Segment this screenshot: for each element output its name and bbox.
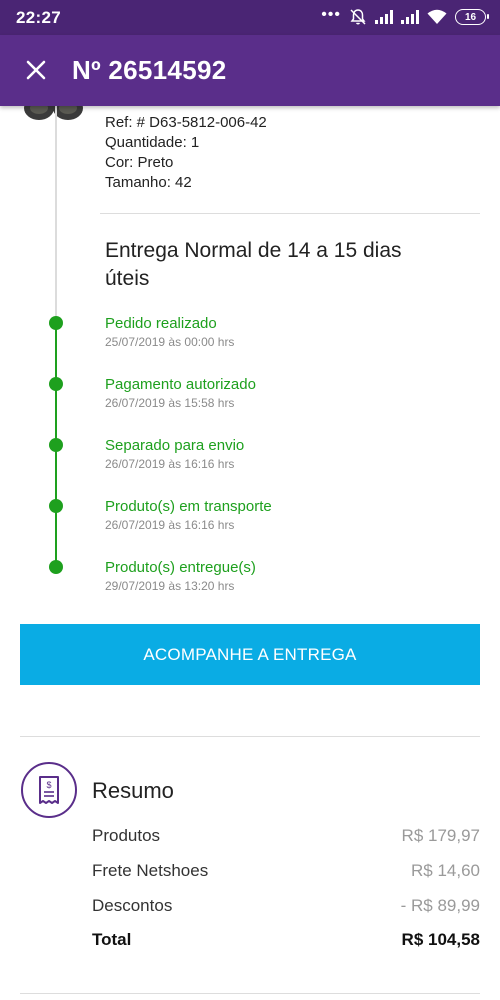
battery-icon: 16 <box>455 9 489 25</box>
step-label: Produto(s) em transporte <box>105 498 272 515</box>
status-icons: ••• 16 <box>321 6 489 28</box>
summary-row-value: - R$ 89,99 <box>400 896 480 915</box>
summary-row: Produtos R$ 179,97 <box>92 826 480 846</box>
step-date: 25/07/2019 às 00:00 hrs <box>105 335 235 349</box>
step-date: 26/07/2019 às 16:16 hrs <box>105 457 235 471</box>
divider <box>20 736 480 737</box>
step-dot <box>49 560 63 574</box>
status-time: 22:27 <box>16 8 61 27</box>
more-dots-icon: ••• <box>321 6 341 23</box>
close-button[interactable] <box>20 54 52 86</box>
close-icon <box>26 60 46 80</box>
timeline-line <box>55 106 57 320</box>
product-size: Tamanho: 42 <box>105 174 192 191</box>
step-label: Pagamento autorizado <box>105 376 256 393</box>
svg-text:$: $ <box>46 780 51 790</box>
summary-row: Frete Netshoes R$ 14,60 <box>92 861 480 881</box>
step-dot <box>49 316 63 330</box>
summary-icon-circle: $ <box>21 762 77 818</box>
app-bar: Nº 26514592 <box>0 35 500 106</box>
summary-row-value: R$ 14,60 <box>411 861 480 880</box>
step-dot <box>49 499 63 513</box>
receipt-icon: $ <box>39 776 59 804</box>
signal-icon <box>401 10 419 24</box>
wifi-icon <box>427 9 447 24</box>
muted-bell-icon <box>350 9 366 25</box>
summary-total-row: Total R$ 104,58 <box>92 930 480 950</box>
step-date: 26/07/2019 às 15:58 hrs <box>105 396 235 410</box>
divider <box>100 213 480 214</box>
product-quantity: Quantidade: 1 <box>105 134 200 151</box>
summary-total-value: R$ 104,58 <box>401 930 480 949</box>
summary-row: Descontos - R$ 89,99 <box>92 896 480 916</box>
summary-title: Resumo <box>92 778 174 803</box>
summary-row-label: Frete Netshoes <box>92 861 209 880</box>
status-bar: 22:27 ••• 16 <box>0 0 500 35</box>
step-label: Produto(s) entregue(s) <box>105 559 256 576</box>
step-label: Pedido realizado <box>105 315 217 332</box>
battery-level: 16 <box>464 11 477 23</box>
step-label: Separado para envio <box>105 437 245 454</box>
signal-icon <box>375 10 393 24</box>
product-ref: Ref: # D63-5812-006-42 <box>105 114 267 131</box>
step-dot <box>49 377 63 391</box>
step-date: 26/07/2019 às 16:16 hrs <box>105 518 235 532</box>
divider <box>20 993 480 994</box>
summary-row-label: Descontos <box>92 896 173 915</box>
product-color: Cor: Preto <box>105 154 174 171</box>
delivery-title: Entrega Normal de 14 a 15 dias úteis <box>105 239 402 290</box>
step-dot <box>49 438 63 452</box>
summary-row-value: R$ 179,97 <box>401 826 480 845</box>
order-number-title: Nº 26514592 <box>72 55 227 85</box>
step-date: 29/07/2019 às 13:20 hrs <box>105 579 235 593</box>
summary-total-label: Total <box>92 930 132 949</box>
track-delivery-button[interactable]: ACOMPANHE A ENTREGA <box>20 624 480 685</box>
summary-row-label: Produtos <box>92 826 161 845</box>
